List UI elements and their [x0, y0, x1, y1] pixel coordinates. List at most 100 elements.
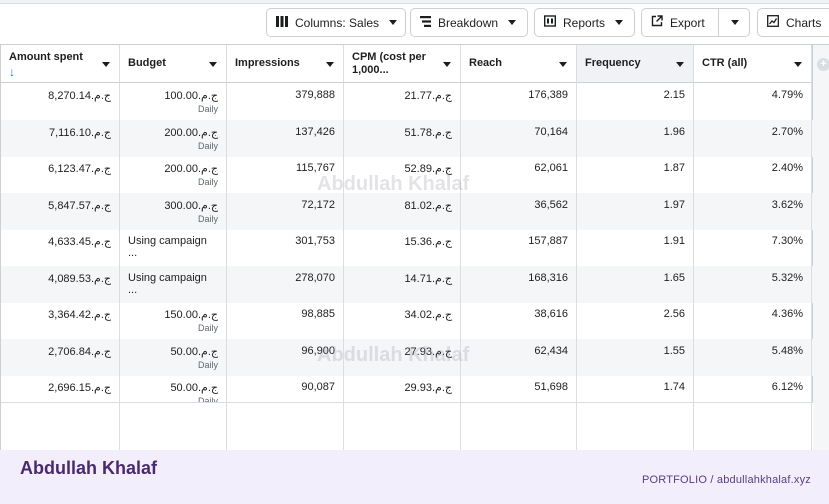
- breakdown-label: Breakdown: [438, 15, 499, 30]
- cell-value: Using campaign ...: [128, 235, 207, 259]
- budget-cell: ج.م.50.00 Daily: [120, 338, 227, 376]
- header-label: Amount spent: [9, 51, 83, 63]
- budget-cell: ج.م.200.00 Daily: [120, 156, 227, 193]
- budget-type-label: Daily: [197, 140, 218, 151]
- table-row[interactable]: ج.م.8,270.14 ج.م.100.00 Daily 379,888 ج.م.21…: [1, 83, 813, 120]
- budget-type-label: Daily: [197, 177, 218, 187]
- breakdown-dropdown-button[interactable]: Breakdown: [410, 8, 528, 37]
- cell-value: 1.55: [663, 344, 685, 357]
- column-header-reach[interactable]: Reach: [461, 45, 577, 83]
- cell-value: 137,426: [295, 125, 335, 138]
- column-divider: [227, 402, 344, 450]
- reach-cell: 62,434: [461, 338, 577, 376]
- cell-value: 301,753: [295, 235, 335, 247]
- chevron-down-icon[interactable]: [443, 62, 451, 67]
- column-header-ctr[interactable]: CTR (all): [694, 45, 812, 83]
- cell-value: 2.15: [663, 89, 685, 101]
- frequency-cell: 1.97: [577, 192, 694, 230]
- table-row[interactable]: ج.م.7,116.10 ج.م.200.00 Daily 137,426 ج.م.51…: [1, 119, 813, 157]
- cell-value: Using campaign ...: [128, 271, 207, 296]
- cell-value: ج.م.200.00: [164, 126, 218, 139]
- export-options-button[interactable]: [719, 8, 750, 37]
- columns-dropdown-button[interactable]: Columns: Sales: [266, 8, 406, 37]
- cell-value: ج.م.15.36: [404, 236, 452, 248]
- breakdown-icon: [420, 15, 431, 30]
- cell-value: 1.97: [663, 198, 685, 211]
- cell-value: 4.79%: [771, 89, 803, 101]
- amount-spent-cell: ج.م.3,364.42: [1, 302, 120, 339]
- ctr-cell: 2.40%: [694, 156, 812, 193]
- cell-value: 157,887: [528, 235, 568, 247]
- amount-spent-cell: ج.م.6,123.47: [1, 156, 120, 193]
- chevron-down-icon[interactable]: [209, 62, 217, 67]
- toolbar-top-border: [0, 0, 829, 4]
- budget-cell: ج.م.150.00 Daily: [120, 302, 227, 339]
- cell-value: 278,070: [295, 271, 335, 284]
- cell-value: ج.م.2,706.84: [48, 345, 111, 358]
- cell-value: ج.م.50.00: [170, 345, 218, 358]
- chevron-down-icon[interactable]: [676, 62, 684, 67]
- reach-cell: 70,164: [461, 119, 577, 157]
- budget-type-label: Daily: [197, 323, 218, 333]
- header-label: Reach: [469, 57, 503, 69]
- cell-value: 2.40%: [771, 162, 803, 174]
- amount-spent-cell: ج.م.8,270.14: [1, 83, 120, 120]
- cpm-cell: ج.م.14.71: [344, 265, 461, 303]
- cell-value: ج.م.5,847.57: [48, 199, 111, 212]
- export-icon: [651, 15, 663, 30]
- frequency-cell: 1.55: [577, 338, 694, 376]
- impressions-cell: 137,426: [227, 119, 344, 157]
- cell-value: 3.62%: [771, 198, 803, 211]
- cell-value: 6.12%: [771, 381, 803, 393]
- reach-cell: 38,616: [461, 302, 577, 339]
- column-divider: [1, 402, 120, 450]
- impressions-cell: 72,172: [227, 192, 344, 230]
- cell-value: 5.48%: [771, 344, 803, 357]
- cell-value: ج.م.200.00: [164, 163, 218, 175]
- table-row[interactable]: ج.م.5,847.57 ج.م.300.00 Daily 72,172 ج.م.81.…: [1, 192, 813, 230]
- column-divider: [461, 402, 577, 450]
- column-header-frequency[interactable]: Frequency: [577, 45, 694, 83]
- column-divider: [344, 402, 461, 450]
- chevron-down-icon[interactable]: [326, 62, 334, 67]
- chevron-down-icon[interactable]: [559, 62, 567, 67]
- footer-portfolio-link[interactable]: PORTFOLIO / abdullahkhalaf.xyz: [642, 474, 811, 486]
- chevron-down-icon[interactable]: [102, 62, 110, 67]
- table-row[interactable]: ج.م.6,123.47 ج.م.200.00 Daily 115,767 ج.م.52…: [1, 156, 813, 193]
- ctr-cell: 4.36%: [694, 302, 812, 339]
- table-row[interactable]: ج.م.4,633.45 Using campaign ... 301,753 ج.م…: [1, 229, 813, 266]
- frequency-cell: 1.91: [577, 229, 694, 266]
- frequency-cell: 2.15: [577, 83, 694, 120]
- impressions-cell: 96,900: [227, 338, 344, 376]
- cell-value: 1.96: [663, 125, 685, 138]
- budget-type-label: Daily: [197, 213, 218, 224]
- table-row[interactable]: ج.م.3,364.42 ج.م.150.00 Daily 98,885 ج.م.34.…: [1, 302, 813, 339]
- add-column-icon[interactable]: +: [817, 58, 829, 71]
- chevron-down-icon[interactable]: [794, 62, 802, 67]
- cell-value: 7.30%: [771, 235, 803, 247]
- cell-value: 62,434: [534, 344, 568, 357]
- column-header-budget[interactable]: Budget: [120, 45, 227, 83]
- table-row[interactable]: ج.م.4,089.53 Using campaign ... 278,070 ج.م…: [1, 265, 813, 303]
- column-divider: [120, 402, 227, 450]
- reports-dropdown-button[interactable]: Reports: [534, 8, 635, 37]
- charts-button[interactable]: Charts: [757, 8, 829, 37]
- budget-type-label: Daily: [197, 104, 218, 114]
- column-header-impressions[interactable]: Impressions: [227, 45, 344, 83]
- cell-value: ج.م.81.02: [404, 199, 452, 212]
- cell-value: 1.65: [663, 271, 685, 284]
- ctr-cell: 2.70%: [694, 119, 812, 157]
- cell-value: 115,767: [296, 162, 335, 174]
- export-label: Export: [670, 15, 705, 30]
- reach-cell: 176,389: [461, 83, 577, 120]
- cell-value: 5.32%: [771, 271, 803, 284]
- impressions-cell: 301,753: [227, 229, 344, 266]
- cell-value: ج.م.14.71: [404, 272, 452, 285]
- column-header-amount-spent[interactable]: Amount spent ↓: [1, 45, 120, 83]
- column-header-cpm[interactable]: CPM (cost per 1,000...: [344, 45, 461, 83]
- column-divider: [694, 402, 812, 450]
- cell-value: 62,061: [534, 162, 568, 174]
- table-row[interactable]: ج.م.2,706.84 ج.م.50.00 Daily 96,900 ج.م.27.9…: [1, 338, 813, 376]
- cell-value: 36,562: [534, 198, 568, 211]
- cell-value: 168,316: [528, 271, 568, 284]
